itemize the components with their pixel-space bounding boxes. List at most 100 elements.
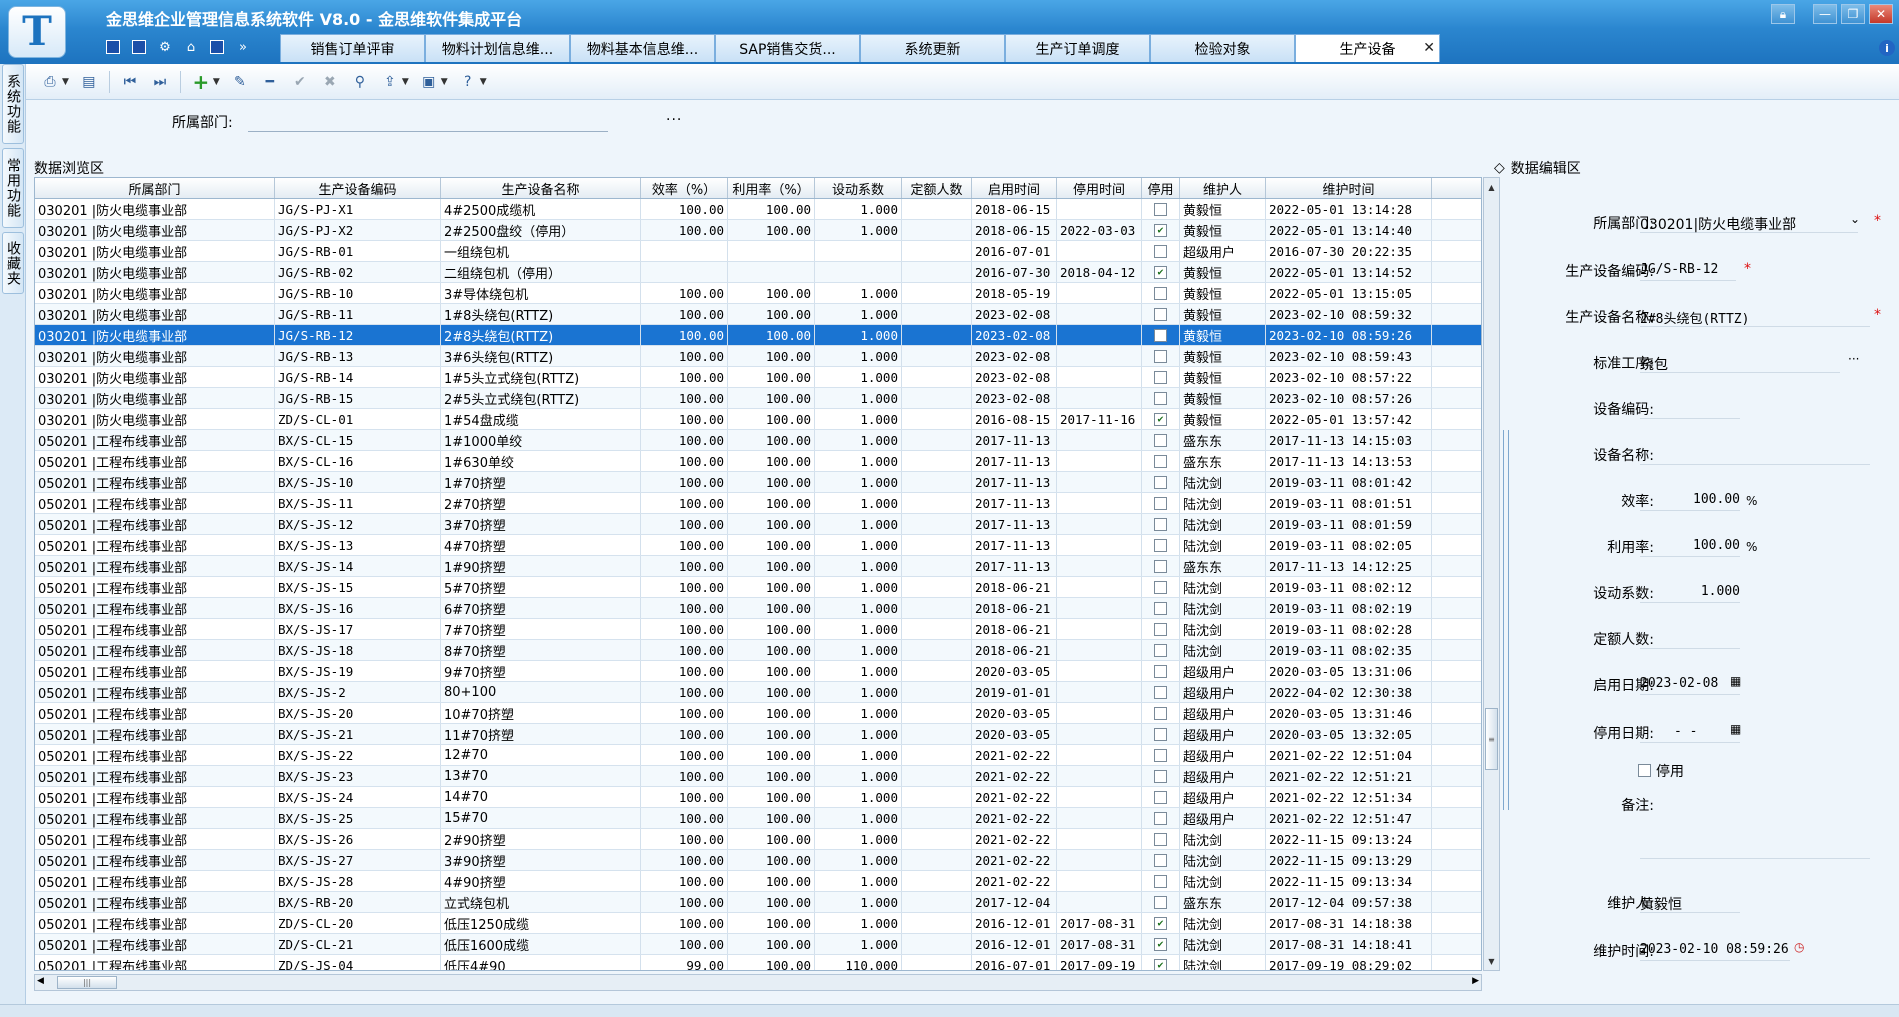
disabled-checkbox[interactable] xyxy=(1154,244,1167,258)
table-row[interactable]: 030201 |防火电缆事业部 JG/S-PJ-X2 2#2500盘绞（停用） 100… xyxy=(35,220,1481,241)
disabled-checkbox[interactable] xyxy=(1154,748,1167,762)
disabled-checkbox[interactable] xyxy=(1154,202,1167,216)
table-row[interactable]: 050201 |工程布线事业部 BX/S-JS-18 8#70挤塑 100.00 100… xyxy=(35,640,1481,661)
equip-code-input[interactable] xyxy=(1640,397,1740,419)
disabled-checkbox[interactable] xyxy=(1154,727,1167,741)
rail-tab-system[interactable]: 系统功能 xyxy=(2,64,24,144)
table-row[interactable]: 030201 |防火电缆事业部 JG/S-RB-14 1#5头立式绕包(RTTZ) 1… xyxy=(35,367,1481,388)
column-header-stop[interactable]: 停用时间 xyxy=(1057,178,1142,198)
disabled-checkbox[interactable] xyxy=(1154,643,1167,657)
window-square-icon[interactable] xyxy=(104,38,122,56)
horizontal-scrollbar[interactable]: ◀ ||| ▶ xyxy=(34,974,1482,991)
tab-system-update[interactable]: 系统更新 xyxy=(860,34,1005,62)
util-input[interactable]: 100.00 xyxy=(1640,535,1740,557)
table-row[interactable]: 050201 |工程布线事业部 BX/S-RB-20 立式绕包机 100.00 100.… xyxy=(35,892,1481,913)
disabled-checkbox[interactable] xyxy=(1154,664,1167,678)
column-header-maint[interactable]: 维护人 xyxy=(1180,178,1266,198)
table-row[interactable]: 030201 |防火电缆事业部 JG/S-RB-13 3#6头绕包(RTTZ) 100… xyxy=(35,346,1481,367)
disabled-checkbox[interactable] xyxy=(1154,811,1167,825)
table-row[interactable]: 050201 |工程布线事业部 ZD/S-CL-21 低压1600成缆 100.00 1… xyxy=(35,934,1481,955)
table-row[interactable]: 050201 |工程布线事业部 BX/S-JS-27 3#90挤塑 100.00 100… xyxy=(35,850,1481,871)
scroll-up-icon[interactable]: ▲ xyxy=(1485,180,1498,194)
disabled-checkbox[interactable] xyxy=(1154,580,1167,594)
export-icon[interactable]: ⇪ xyxy=(380,72,400,92)
disabled-checkbox[interactable]: ✔ xyxy=(1154,265,1167,279)
table-row[interactable]: 030201 |防火电缆事业部 JG/S-RB-12 2#8头绕包(RTTZ) 100… xyxy=(35,325,1481,346)
chevron-down-icon[interactable]: ▼ xyxy=(441,77,448,87)
clock-icon[interactable]: ◷ xyxy=(1794,940,1804,954)
process-input[interactable]: 绕包 xyxy=(1640,351,1840,373)
quota-input[interactable] xyxy=(1640,627,1740,649)
close-tab-icon[interactable]: ✕ xyxy=(1423,40,1435,56)
table-row[interactable]: 050201 |工程布线事业部 BX/S-JS-15 5#70挤塑 100.00 100… xyxy=(35,577,1481,598)
disabled-checkbox[interactable] xyxy=(1154,790,1167,804)
disabled-checkbox[interactable] xyxy=(1154,685,1167,699)
printer-icon[interactable]: ⎙ xyxy=(40,72,60,92)
disabled-checkbox[interactable] xyxy=(1154,622,1167,636)
lock-icon[interactable]: 🔒︎ xyxy=(1771,4,1795,24)
chevron-down-icon[interactable]: ⌄ xyxy=(1850,212,1860,226)
table-row[interactable]: 050201 |工程布线事业部 BX/S-JS-23 13#70 100.00 100.… xyxy=(35,766,1481,787)
cancel-icon[interactable]: ✖ xyxy=(320,72,340,92)
tab-sales-review[interactable]: 销售订单评审 xyxy=(280,34,425,62)
preview-icon[interactable]: ▤ xyxy=(79,72,99,92)
disabled-checkbox[interactable] xyxy=(1154,433,1167,447)
restore-button[interactable]: ❐ xyxy=(1841,4,1865,24)
add-icon[interactable]: + xyxy=(191,70,211,94)
chevron-down-icon[interactable]: » xyxy=(234,38,252,56)
disabled-checkbox[interactable]: ✔ xyxy=(1154,958,1167,970)
name-input[interactable]: 2#8头绕包(RTTZ) xyxy=(1640,305,1870,327)
scroll-left-icon[interactable]: ◀ xyxy=(37,976,44,986)
chevron-down-icon[interactable]: ▼ xyxy=(213,77,220,87)
start-date-input[interactable]: 2023-02-08 xyxy=(1640,673,1740,695)
table-row[interactable]: 050201 |工程布线事业部 ZD/S-JS-04 低压4#90 99.00 100.… xyxy=(35,955,1481,970)
disabled-checkbox[interactable] xyxy=(1154,391,1167,405)
column-header-dept[interactable]: 所属部门 xyxy=(35,178,275,198)
table-row[interactable]: 050201 |工程布线事业部 BX/S-CL-16 1#630单绞 100.00 10… xyxy=(35,451,1481,472)
ellipsis-icon[interactable]: ··· xyxy=(666,112,682,128)
disabled-checkbox[interactable] xyxy=(1154,874,1167,888)
table-row[interactable]: 050201 |工程布线事业部 BX/S-JS-13 4#70挤塑 100.00 100… xyxy=(35,535,1481,556)
disabled-checkbox[interactable]: ✔ xyxy=(1154,937,1167,951)
table-row[interactable]: 050201 |工程布线事业部 BX/S-JS-11 2#70挤塑 100.00 100… xyxy=(35,493,1481,514)
disabled-checkbox[interactable] xyxy=(1154,517,1167,531)
minimize-button[interactable]: — xyxy=(1813,4,1837,24)
code-input[interactable]: JG/S-RB-12 xyxy=(1640,259,1736,281)
table-row[interactable]: 030201 |防火电缆事业部 ZD/S-CL-01 1#54盘成缆 100.00 10… xyxy=(35,409,1481,430)
filter-dept-input[interactable] xyxy=(248,110,608,132)
disabled-checkbox[interactable] xyxy=(1154,475,1167,489)
table-row[interactable]: 050201 |工程布线事业部 BX/S-JS-17 7#70挤塑 100.00 100… xyxy=(35,619,1481,640)
scroll-thumb[interactable]: ≡ xyxy=(1485,708,1498,770)
chevron-down-icon[interactable]: ▼ xyxy=(62,77,69,87)
table-row[interactable]: 050201 |工程布线事业部 BX/S-JS-25 15#70 100.00 100.… xyxy=(35,808,1481,829)
disabled-checkbox[interactable] xyxy=(1154,307,1167,321)
column-header-eff[interactable]: 效率（%） xyxy=(641,178,728,198)
table-row[interactable]: 050201 |工程布线事业部 BX/S-JS-19 9#70挤塑 100.00 100… xyxy=(35,661,1481,682)
table-row[interactable]: 050201 |工程布线事业部 BX/S-JS-10 1#70挤塑 100.00 100… xyxy=(35,472,1481,493)
info-icon[interactable]: i xyxy=(1879,40,1895,56)
disabled-checkbox[interactable] xyxy=(1154,349,1167,363)
table-row[interactable]: 030201 |防火电缆事业部 JG/S-RB-11 1#8头绕包(RTTZ) 100… xyxy=(35,304,1481,325)
tab-material-plan[interactable]: 物料计划信息维... xyxy=(425,34,570,62)
table-row[interactable]: 050201 |工程布线事业部 BX/S-JS-24 14#70 100.00 100.… xyxy=(35,787,1481,808)
disabled-checkbox[interactable]: ✔ xyxy=(1154,412,1167,426)
disabled-checkbox[interactable] xyxy=(1154,832,1167,846)
table-row[interactable]: 030201 |防火电缆事业部 JG/S-RB-02 二组绕包机（停用） 2016-0… xyxy=(35,262,1481,283)
check-icon[interactable]: ✔ xyxy=(290,72,310,92)
column-header-mtime[interactable]: 维护时间 xyxy=(1266,178,1432,198)
disabled-checkbox[interactable] xyxy=(1154,895,1167,909)
calendar-icon[interactable]: ▦ xyxy=(1730,722,1741,736)
minus-icon[interactable]: ━ xyxy=(260,72,280,92)
ellipsis-icon[interactable]: ··· xyxy=(1848,352,1859,366)
window-square-icon-2[interactable] xyxy=(130,38,148,56)
column-header-disabled[interactable]: 停用 xyxy=(1142,178,1180,198)
table-row[interactable]: 050201 |工程布线事业部 BX/S-JS-20 10#70挤塑 100.00 10… xyxy=(35,703,1481,724)
dept-select[interactable]: 030201|防火电缆事业部 xyxy=(1640,211,1858,233)
vertical-scrollbar[interactable]: ▲ ≡ ▼ xyxy=(1483,177,1500,971)
tab-production-equipment[interactable]: 生产设备 ✕ xyxy=(1295,34,1440,62)
help-icon[interactable]: ? xyxy=(458,72,478,92)
column-header-quota[interactable]: 定额人数 xyxy=(902,178,972,198)
disabled-checkbox[interactable]: ✔ xyxy=(1154,223,1167,237)
disabled-checkbox[interactable] xyxy=(1154,769,1167,783)
disabled-checkbox[interactable] xyxy=(1638,764,1651,777)
